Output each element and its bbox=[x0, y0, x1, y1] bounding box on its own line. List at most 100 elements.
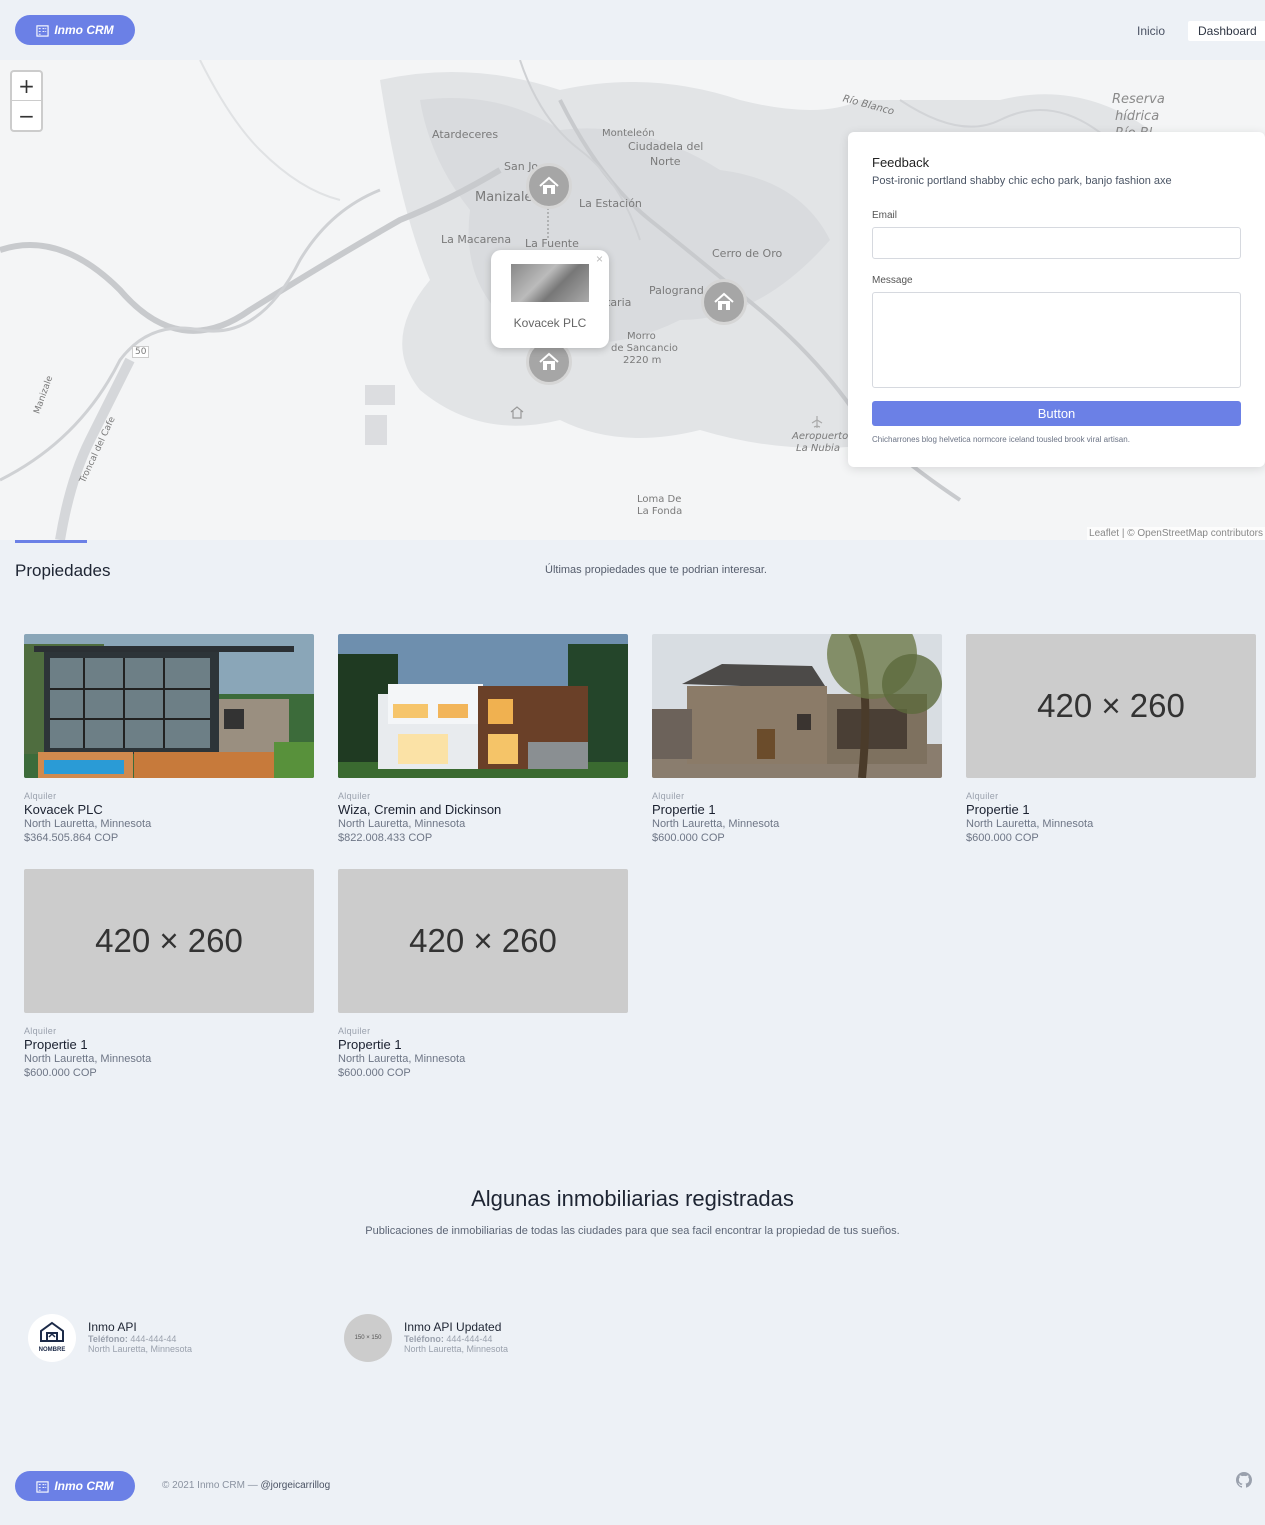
nav-dashboard[interactable]: Dashboard bbox=[1188, 21, 1265, 41]
agency-item[interactable]: NOMBRE Inmo API Teléfono: 444-444-44 Nor… bbox=[28, 1314, 192, 1362]
nav-inicio[interactable]: Inicio bbox=[1137, 24, 1165, 38]
header-logo[interactable]: Inmo CRM bbox=[15, 15, 135, 45]
feedback-subtitle: Post-ironic portland shabby chic echo pa… bbox=[872, 175, 1172, 187]
property-name[interactable]: Kovacek PLC bbox=[24, 802, 314, 817]
submit-button[interactable]: Button bbox=[872, 401, 1241, 426]
property-location: North Lauretta, Minnesota bbox=[652, 818, 780, 830]
map-label: Cerro de Oro bbox=[712, 247, 783, 260]
map-label: 50 bbox=[132, 346, 150, 358]
property-name[interactable]: Propertie 1 bbox=[652, 802, 942, 817]
house-icon bbox=[539, 176, 559, 194]
property-image-placeholder[interactable]: 420 × 260 bbox=[338, 869, 628, 1013]
property-marker[interactable] bbox=[701, 279, 747, 325]
property-price: $600.000 COP bbox=[338, 1067, 411, 1079]
property-image[interactable] bbox=[338, 634, 628, 778]
popup-thumbnail bbox=[511, 264, 589, 302]
property-card[interactable]: 420 × 260 Alquiler Propertie 1 North Lau… bbox=[338, 869, 628, 1079]
agencies-subtitle: Publicaciones de inmobiliarias de todas … bbox=[365, 1225, 900, 1237]
map-label: La Nubia bbox=[796, 443, 840, 454]
footer-logo-text: Inmo CRM bbox=[54, 1479, 114, 1493]
property-price: $364.505.864 COP bbox=[24, 832, 119, 844]
property-kind: Alquiler bbox=[652, 791, 685, 801]
agency-avatar-placeholder[interactable]: 150 × 150 bbox=[344, 1314, 392, 1362]
email-field[interactable] bbox=[872, 227, 1241, 259]
property-name[interactable]: Propertie 1 bbox=[338, 1037, 628, 1052]
property-image-placeholder[interactable]: 420 × 260 bbox=[24, 869, 314, 1013]
building-icon bbox=[36, 1480, 49, 1493]
author-link[interactable]: @jorgeicarrillog bbox=[261, 1480, 331, 1491]
house-icon bbox=[539, 352, 559, 370]
github-icon[interactable] bbox=[1236, 1472, 1252, 1488]
property-card[interactable]: 420 × 260 Alquiler Propertie 1 North Lau… bbox=[966, 634, 1256, 844]
message-field[interactable] bbox=[872, 292, 1241, 388]
map-label: taria bbox=[606, 296, 632, 309]
agency-name[interactable]: Inmo API bbox=[88, 1320, 192, 1334]
airport-icon bbox=[811, 416, 823, 428]
agency-phone: Teléfono: 444-444-44 bbox=[88, 1334, 192, 1344]
property-name[interactable]: Propertie 1 bbox=[966, 802, 1256, 817]
map-label: Monteleón bbox=[602, 128, 655, 139]
map-label: 2220 m bbox=[623, 355, 662, 366]
map-label: Palogrand bbox=[649, 284, 704, 297]
property-location: North Lauretta, Minnesota bbox=[24, 1053, 152, 1065]
property-card[interactable]: Alquiler Kovacek PLC North Lauretta, Min… bbox=[24, 634, 314, 844]
property-card[interactable]: 420 × 260 Alquiler Propertie 1 North Lau… bbox=[24, 869, 314, 1079]
property-name[interactable]: Wiza, Cremin and Dickinson bbox=[338, 802, 628, 817]
popup-close-button[interactable]: × bbox=[596, 252, 603, 266]
property-location: North Lauretta, Minnesota bbox=[338, 818, 466, 830]
property-price: $600.000 COP bbox=[652, 832, 725, 844]
map-label: Norte bbox=[650, 155, 681, 168]
property-image-placeholder[interactable]: 420 × 260 bbox=[966, 634, 1256, 778]
property-location: North Lauretta, Minnesota bbox=[966, 818, 1094, 830]
home-poi-icon bbox=[510, 406, 524, 419]
property-kind: Alquiler bbox=[338, 1026, 371, 1036]
map-label: hídrica bbox=[1115, 109, 1160, 124]
map-label: Morro bbox=[627, 331, 656, 342]
agency-avatar[interactable]: NOMBRE bbox=[28, 1314, 76, 1362]
map-label: Atardeceres bbox=[432, 128, 499, 141]
feedback-note: Chicharrones blog helvetica normcore ice… bbox=[872, 435, 1130, 444]
property-card[interactable]: Alquiler Wiza, Cremin and Dickinson Nort… bbox=[338, 634, 628, 844]
zoom-out-button[interactable]: − bbox=[12, 101, 41, 130]
map-label: La Fuente bbox=[525, 237, 579, 250]
agency-location: North Lauretta, Minnesota bbox=[88, 1344, 193, 1354]
popup-label[interactable]: Kovacek PLC bbox=[491, 316, 609, 330]
property-price: $600.000 COP bbox=[24, 1067, 97, 1079]
property-location: North Lauretta, Minnesota bbox=[338, 1053, 466, 1065]
agency-phone-label: Teléfono: bbox=[404, 1334, 444, 1344]
copyright-text: © 2021 Inmo CRM — bbox=[162, 1480, 258, 1491]
properties-subtitle: Últimas propiedades que te podrian inter… bbox=[545, 564, 767, 576]
property-name[interactable]: Propertie 1 bbox=[24, 1037, 314, 1052]
feedback-card: Feedback Post-ironic portland shabby chi… bbox=[848, 132, 1265, 467]
agency-phone: Teléfono: 444-444-44 bbox=[404, 1334, 508, 1344]
footer-logo[interactable]: Inmo CRM bbox=[15, 1471, 135, 1501]
property-price: $822.008.433 COP bbox=[338, 832, 433, 844]
adobe-house-image bbox=[652, 634, 942, 778]
agency-location: North Lauretta, Minnesota bbox=[404, 1344, 509, 1354]
footer-copyright: © 2021 Inmo CRM — @jorgeicarrillog bbox=[162, 1480, 330, 1491]
map-label: La Estación bbox=[579, 197, 642, 210]
map-attribution[interactable]: Leaflet | © OpenStreetMap contributors bbox=[1087, 527, 1265, 540]
section-underline bbox=[15, 540, 87, 543]
white-wood-house-image bbox=[338, 634, 628, 778]
property-image[interactable] bbox=[652, 634, 942, 778]
map-label: Aeropuerto bbox=[792, 431, 849, 442]
map-label: de Sancancio bbox=[611, 343, 678, 354]
zoom-control: + − bbox=[10, 70, 43, 132]
agency-name[interactable]: Inmo API Updated bbox=[404, 1320, 508, 1334]
zoom-in-button[interactable]: + bbox=[12, 72, 41, 101]
feedback-title: Feedback bbox=[872, 155, 930, 170]
property-kind: Alquiler bbox=[966, 791, 999, 801]
property-card[interactable]: Alquiler Propertie 1 North Lauretta, Min… bbox=[652, 634, 942, 844]
property-kind: Alquiler bbox=[24, 791, 57, 801]
agency-item[interactable]: 150 × 150 Inmo API Updated Teléfono: 444… bbox=[344, 1314, 508, 1362]
property-marker[interactable] bbox=[526, 163, 572, 209]
map-label: Ciudadela del bbox=[628, 140, 704, 153]
agency-logo-icon: NOMBRE bbox=[39, 1321, 65, 1353]
agency-phone-value: 444-444-44 bbox=[130, 1334, 177, 1344]
property-image[interactable] bbox=[24, 634, 314, 778]
header-logo-text: Inmo CRM bbox=[54, 23, 114, 37]
property-kind: Alquiler bbox=[338, 791, 371, 801]
map-label: Manizale bbox=[475, 190, 533, 205]
map-label: La Fonda bbox=[637, 506, 683, 517]
